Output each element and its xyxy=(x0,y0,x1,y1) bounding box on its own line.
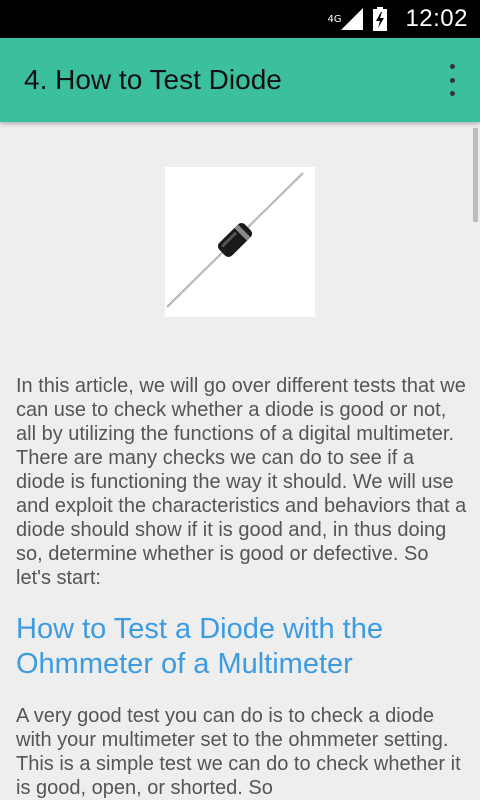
status-bar: 4G 12:02 xyxy=(0,0,480,38)
signal-icon: 4G xyxy=(327,8,364,30)
battery-charging-icon xyxy=(373,7,395,31)
network-type-label: 4G xyxy=(327,14,342,25)
article-content[interactable]: In this article, we will go over differe… xyxy=(0,122,480,800)
diode-image xyxy=(165,167,315,317)
status-clock: 12:02 xyxy=(405,5,468,32)
overflow-menu-icon[interactable] xyxy=(442,64,462,96)
article-paragraph: In this article, we will go over differe… xyxy=(16,375,467,589)
page-title: 4. How to Test Diode xyxy=(24,64,282,95)
scrollbar[interactable] xyxy=(473,128,478,222)
section-heading: How to Test a Diode with the Ohmmeter of… xyxy=(16,613,383,680)
article-paragraph: A very good test you can do is to check … xyxy=(16,705,461,799)
app-bar: 4. How to Test Diode xyxy=(0,38,480,122)
